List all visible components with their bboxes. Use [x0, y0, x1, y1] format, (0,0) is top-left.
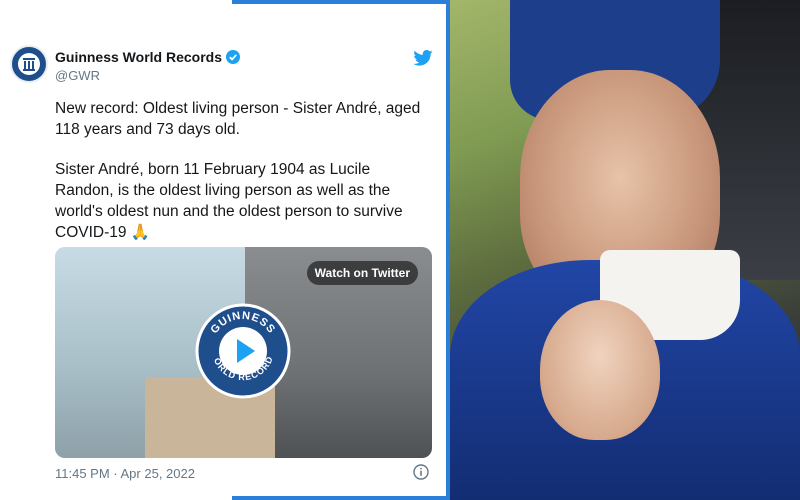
- gwr-logo-icon[interactable]: [10, 45, 48, 83]
- video-thumbnail[interactable]: Watch on Twitter GUINNESS WORLD RECORDS: [55, 247, 432, 458]
- watch-on-twitter-label[interactable]: Watch on Twitter: [306, 261, 418, 285]
- display-name[interactable]: Guinness World Records: [55, 49, 222, 65]
- composite-image: Guinness World Records @GWR New record: …: [0, 0, 800, 500]
- clasped-hands: [540, 300, 660, 440]
- bottom-accent-bar: [232, 496, 450, 500]
- verified-badge-icon: [226, 50, 240, 64]
- user-handle[interactable]: @GWR: [55, 68, 100, 83]
- tweet-timestamp[interactable]: 11:45 PM · Apr 25, 2022: [55, 466, 195, 481]
- tweet-text-paragraph-1: New record: Oldest living person - Siste…: [55, 100, 425, 138]
- play-icon[interactable]: GUINNESS WORLD RECORDS: [195, 303, 291, 399]
- tweet-text-paragraph-2: Sister André, born 11 February 1904 as L…: [55, 159, 425, 243]
- praying-hands-emoji: 🙏: [130, 224, 151, 241]
- tweet-text-paragraph-2-text: Sister André, born 11 February 1904 as L…: [55, 161, 407, 241]
- account-name-row[interactable]: Guinness World Records: [55, 49, 240, 65]
- tweet-card: Guinness World Records @GWR New record: …: [0, 4, 446, 496]
- twitter-bird-icon[interactable]: [413, 50, 433, 66]
- info-icon[interactable]: [413, 464, 429, 480]
- portrait-photo: [450, 0, 800, 500]
